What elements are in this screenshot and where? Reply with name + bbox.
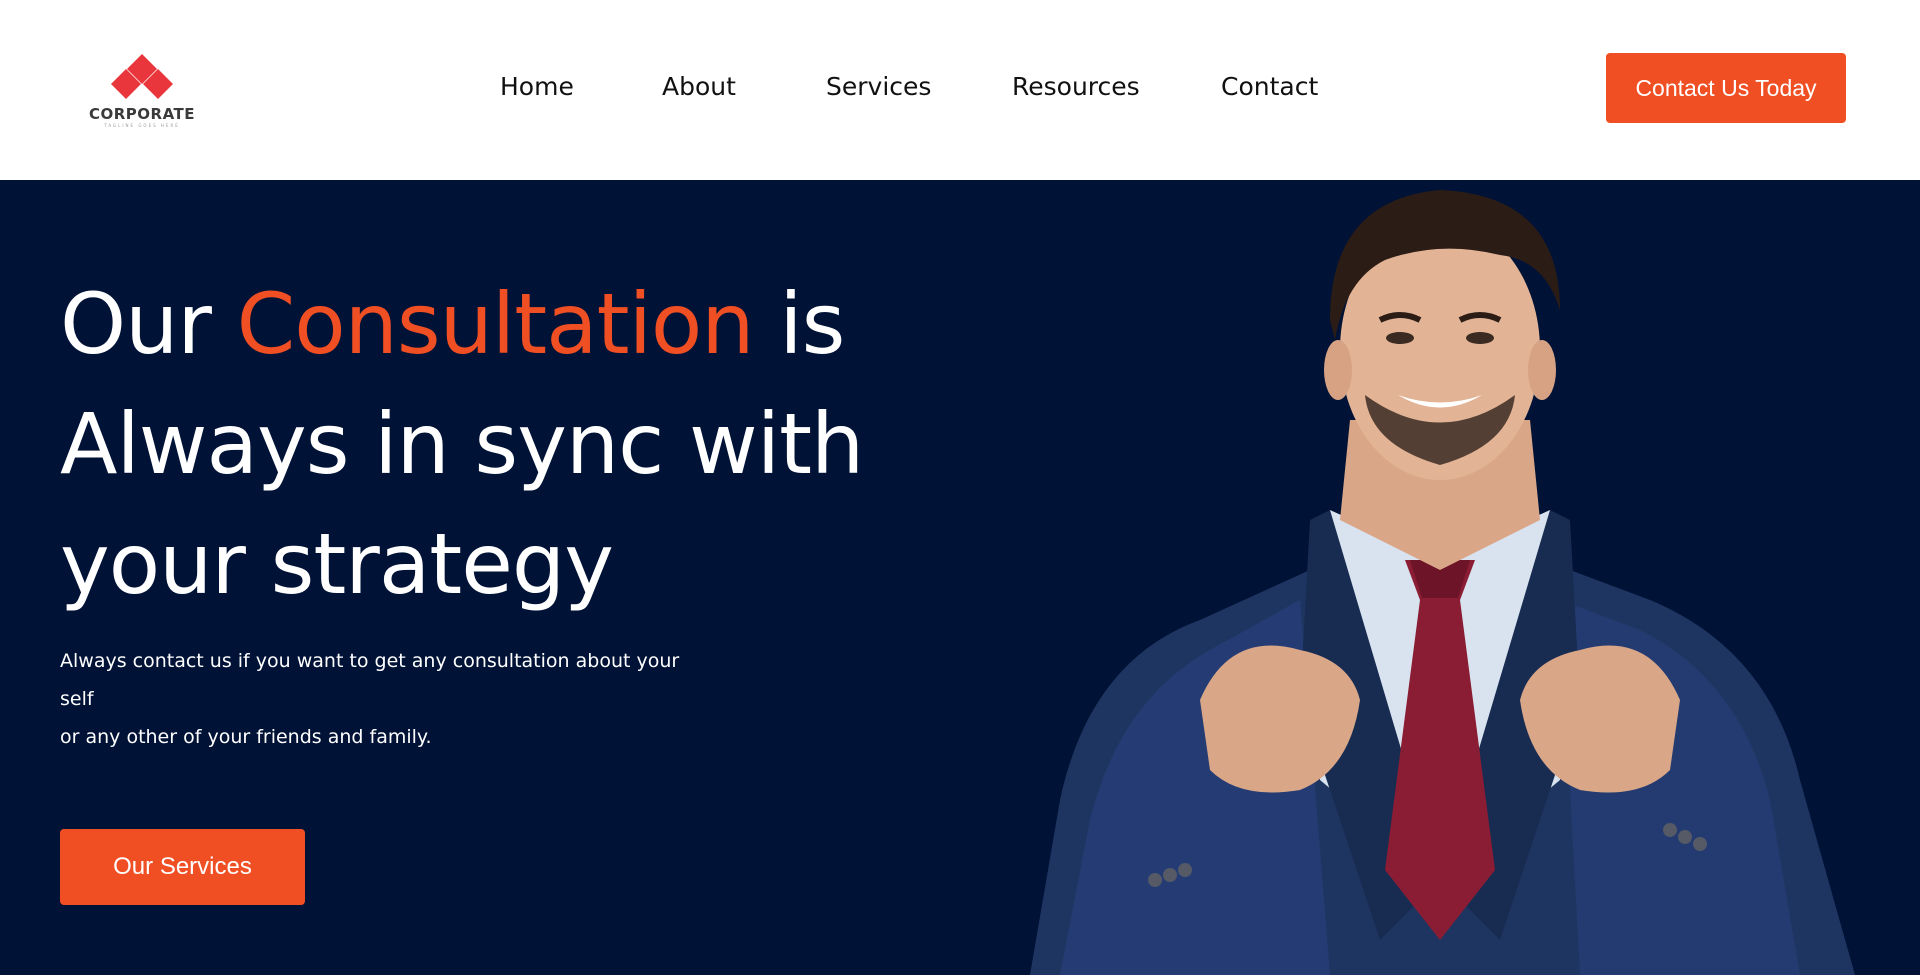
contact-us-today-button[interactable]: Contact Us Today bbox=[1606, 53, 1846, 123]
hero-description-line1: Always contact us if you want to get any… bbox=[60, 650, 680, 710]
hero-businessman-image bbox=[1030, 190, 1855, 975]
hero-section: Our Consultation is Always in sync with … bbox=[0, 180, 1920, 975]
hero-description-line2: or any other of your friends and family. bbox=[60, 726, 432, 748]
nav-item-services[interactable]: Services bbox=[826, 72, 931, 101]
hero-title-accent: Consultation bbox=[236, 275, 755, 373]
logo-diamonds-icon bbox=[111, 54, 173, 99]
logo-tagline: TAGLINE GOES HERE bbox=[104, 123, 180, 128]
hero-title-part1: Our bbox=[60, 275, 237, 373]
hero-title: Our Consultation is Always in sync with … bbox=[60, 264, 920, 624]
nav-item-about[interactable]: About bbox=[662, 72, 736, 101]
our-services-button[interactable]: Our Services bbox=[60, 829, 305, 905]
hero-description: Always contact us if you want to get any… bbox=[60, 642, 680, 756]
nav-item-home[interactable]: Home bbox=[500, 72, 574, 101]
brand-logo[interactable]: CORPORATE TAGLINE GOES HERE bbox=[86, 54, 198, 128]
nav-item-contact[interactable]: Contact bbox=[1221, 72, 1318, 101]
site-header: CORPORATE TAGLINE GOES HERE Home About S… bbox=[0, 0, 1920, 180]
nav-item-resources[interactable]: Resources bbox=[1012, 72, 1140, 101]
logo-wordmark: CORPORATE bbox=[88, 105, 196, 123]
